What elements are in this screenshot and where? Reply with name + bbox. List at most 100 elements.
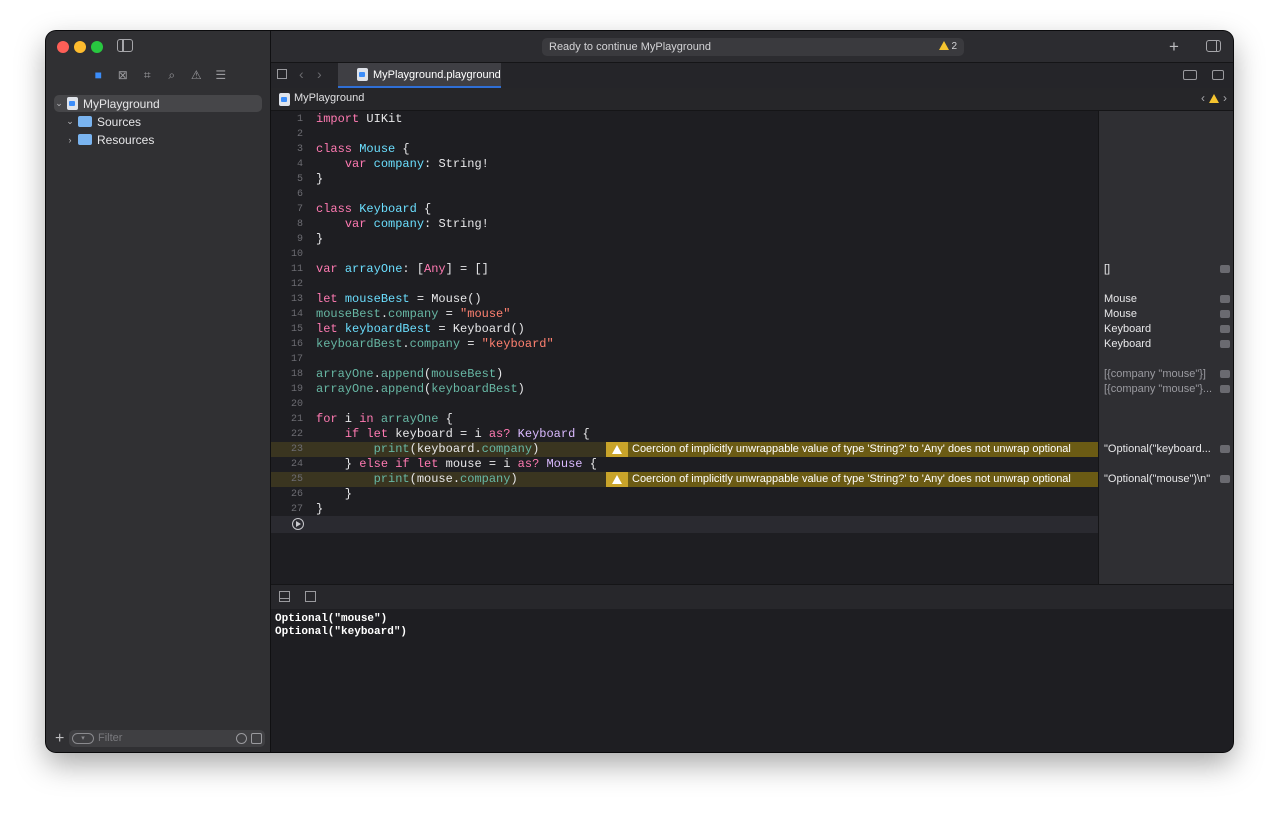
result-row: Mouse <box>1104 292 1230 307</box>
line-number: 15 <box>290 324 303 335</box>
code-line-warning: 25 print(mouse.company) Coercion of impl… <box>271 472 1098 487</box>
quick-look-icon[interactable] <box>1220 265 1230 273</box>
code-editor[interactable]: 1 import UIKit 2 3 class Mouse { 4 var com… <box>271 111 1098 584</box>
quick-look-icon[interactable] <box>1220 310 1230 318</box>
code-text: } <box>316 487 353 501</box>
code-text: mouseBest.company = "mouse" <box>316 307 511 321</box>
filter-options-icon[interactable]: ▾ <box>72 733 94 744</box>
filter-input[interactable]: ▾ Filter <box>69 730 265 747</box>
add-file-button[interactable]: + <box>55 730 64 748</box>
inline-warning[interactable]: Coercion of implicitly unwrappable value… <box>606 442 1098 457</box>
chevron-down-icon[interactable]: ⌄ <box>54 98 64 109</box>
filter-placeholder: Filter <box>98 732 123 744</box>
tree-item-resources[interactable]: › Resources <box>65 131 155 148</box>
tree-item-sources[interactable]: ⌄ Sources <box>65 113 141 130</box>
quick-look-icon[interactable] <box>1220 385 1230 393</box>
code-line: 13 let mouseBest = Mouse() <box>271 292 1098 307</box>
code-text: } <box>316 172 324 186</box>
quick-look-icon[interactable] <box>1220 340 1230 348</box>
symbol-hierarchy-icon[interactable]: ⌗ <box>135 67 160 83</box>
zoom-window-button[interactable] <box>91 41 103 53</box>
line-number: 2 <box>296 129 303 140</box>
execute-line <box>271 516 1098 533</box>
code-line: 1 import UIKit <box>271 112 1098 127</box>
warning-count-badge[interactable]: 2 <box>938 41 957 52</box>
quick-look-icon[interactable] <box>1220 325 1230 333</box>
code-text: import UIKit <box>316 112 403 126</box>
playground-file-icon <box>279 93 290 106</box>
quick-look-icon[interactable] <box>1220 295 1230 303</box>
result-row: [{company "mouse"}... <box>1104 382 1230 397</box>
code-text: let mouseBest = Mouse() <box>316 292 482 306</box>
code-line: 20 <box>271 397 1098 412</box>
source-control-icon[interactable]: ⊠ <box>111 67 136 83</box>
quick-look-icon[interactable] <box>1220 370 1230 378</box>
jumpbar-label[interactable]: MyPlayground <box>294 92 364 104</box>
code-line: 11 var arrayOne: [Any] = [] <box>271 262 1098 277</box>
issue-warning-icon[interactable]: ⚠ <box>184 67 209 83</box>
line-number: 8 <box>296 219 303 230</box>
code-text: } else if let mouse = i as? Mouse { <box>316 457 597 471</box>
line-number: 20 <box>290 399 303 410</box>
code-text: keyboardBest.company = "keyboard" <box>316 337 554 351</box>
tree-item-myplayground[interactable]: ⌄ MyPlayground <box>54 95 262 112</box>
warning-icon <box>938 41 949 50</box>
inline-warning[interactable]: Coercion of implicitly unwrappable value… <box>606 472 1098 487</box>
line-number: 6 <box>296 189 303 200</box>
code-line: 7 class Keyboard { <box>271 202 1098 217</box>
code-text: arrayOne.append(keyboardBest) <box>316 382 525 396</box>
chevron-down-icon[interactable]: ⌄ <box>65 116 75 127</box>
result-row: "Optional("keyboard... <box>1104 442 1230 457</box>
recent-files-icon[interactable] <box>236 733 247 744</box>
quick-look-icon[interactable] <box>1220 445 1230 453</box>
back-arrow-icon[interactable]: ‹ <box>299 66 304 82</box>
code-text: } <box>316 232 324 246</box>
minimize-window-button[interactable] <box>74 41 86 53</box>
console-output[interactable]: Optional("mouse") Optional("keyboard") <box>271 609 1233 752</box>
folder-icon[interactable]: ■ <box>86 67 111 83</box>
line-number: 9 <box>296 234 303 245</box>
inspector-toggle-icon[interactable] <box>1206 40 1221 52</box>
warning-icon[interactable] <box>1209 93 1219 103</box>
search-icon[interactable]: ⌕ <box>160 67 185 83</box>
code-text: print(mouse.company) <box>373 472 518 486</box>
warning-icon <box>606 442 628 457</box>
line-number: 23 <box>290 444 303 455</box>
line-number: 24 <box>290 459 303 470</box>
tab-bar: ‹ › MyPlayground.playground <box>271 62 1233 89</box>
line-number: 14 <box>290 309 303 320</box>
add-editor-icon[interactable] <box>1212 70 1224 80</box>
sidebar-toggle-icon[interactable] <box>117 39 133 52</box>
chevron-right-icon[interactable]: › <box>65 135 75 145</box>
line-number: 7 <box>296 204 303 215</box>
warning-icon <box>606 472 628 487</box>
quick-look-icon[interactable] <box>1220 475 1230 483</box>
result-value: "Optional("mouse")\n" <box>1104 473 1211 485</box>
close-window-button[interactable] <box>57 41 69 53</box>
console-line: Optional("keyboard") <box>275 626 408 638</box>
run-playground-icon[interactable] <box>292 518 304 530</box>
forward-arrow-icon[interactable]: › <box>317 66 322 82</box>
editor-options-icon[interactable] <box>1183 70 1197 80</box>
tab-myplayground[interactable]: MyPlayground.playground <box>338 63 501 88</box>
previous-issue-icon[interactable]: ‹ <box>1201 91 1205 105</box>
code-line: 5} <box>271 172 1098 187</box>
warning-message: Coercion of implicitly unwrappable value… <box>632 473 1071 485</box>
hide-debug-area-icon[interactable] <box>279 591 290 602</box>
line-number: 22 <box>290 429 303 440</box>
folder-icon <box>78 134 92 145</box>
source-control-filter-icon[interactable] <box>251 733 262 744</box>
jump-bar: MyPlayground ‹ › <box>271 88 1233 111</box>
line-number: 10 <box>290 249 303 260</box>
result-value: [] <box>1104 263 1111 275</box>
tree-item-label: Resources <box>97 132 155 147</box>
window-toolbar: Ready to continue MyPlayground 2 + <box>271 31 1233 62</box>
issue-navigator: ‹ › <box>1201 91 1227 105</box>
related-items-grid-icon[interactable] <box>277 69 287 79</box>
report-icon[interactable]: ☰ <box>209 67 234 83</box>
line-number: 19 <box>290 384 303 395</box>
library-add-button[interactable]: + <box>1169 37 1179 57</box>
code-line: 10 <box>271 247 1098 262</box>
next-issue-icon[interactable]: › <box>1223 91 1227 105</box>
console-toggle-icon[interactable] <box>305 591 316 602</box>
